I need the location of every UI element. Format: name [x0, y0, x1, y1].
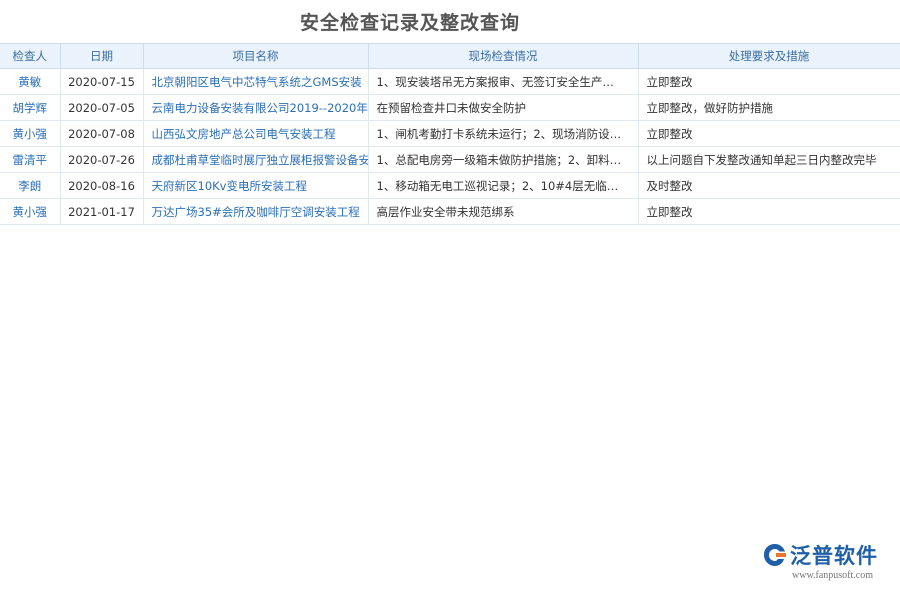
fanpu-logo-icon	[764, 544, 786, 566]
situation-cell: 1、移动箱无电工巡视记录；2、10#4层无临边…	[368, 172, 639, 199]
column-header-inspector[interactable]: 检查人	[0, 43, 61, 69]
inspector-cell[interactable]: 李朗	[0, 172, 61, 199]
table-row[interactable]: 黄敏 2020-07-15 北京朝阳区电气中芯特气系统之GMS安装 1、现安装塔…	[0, 68, 900, 95]
table-row[interactable]: 胡学辉 2020-07-05 云南电力设备安装有限公司2019--2020年度 …	[0, 94, 900, 121]
project-link[interactable]: 天府新区10Kv变电所安装工程	[143, 172, 369, 199]
column-header-situation[interactable]: 现场检查情况	[368, 43, 639, 69]
date-cell: 2020-07-08	[60, 120, 144, 147]
inspector-cell[interactable]: 胡学辉	[0, 94, 61, 121]
page-title: 安全检查记录及整改查询	[299, 12, 520, 34]
table-row[interactable]: 黄小强 2020-07-08 山西弘文房地产总公司电气安装工程 1、闸机考勤打卡…	[0, 120, 900, 147]
column-header-measures[interactable]: 处理要求及措施	[638, 43, 900, 69]
inspector-cell[interactable]: 雷清平	[0, 146, 61, 173]
date-cell: 2020-07-26	[60, 146, 144, 173]
measures-cell: 以上问题自下发整改通知单起三日内整改完毕	[638, 146, 900, 173]
table-header-row: 检查人 日期 项目名称 现场检查情况 处理要求及措施	[0, 43, 900, 69]
measures-cell: 立即整改	[638, 68, 900, 95]
project-link[interactable]: 成都杜甫草堂临时展厅独立展柜报警设备安装	[143, 146, 369, 173]
measures-cell: 及时整改	[638, 172, 900, 199]
project-link[interactable]: 云南电力设备安装有限公司2019--2020年度	[143, 94, 369, 121]
date-cell: 2021-01-17	[60, 198, 144, 225]
situation-cell: 高层作业安全带未规范绑系	[368, 198, 639, 225]
project-link[interactable]: 山西弘文房地产总公司电气安装工程	[143, 120, 369, 147]
inspector-cell[interactable]: 黄敏	[0, 68, 61, 95]
fanpusoft-logo: 泛普软件 www.fanpusoft.com	[762, 540, 890, 586]
column-header-date[interactable]: 日期	[60, 43, 144, 69]
table-row[interactable]: 黄小强 2021-01-17 万达广场35#会所及咖啡厅空调安装工程 高层作业安…	[0, 198, 900, 225]
table-row[interactable]: 雷清平 2020-07-26 成都杜甫草堂临时展厅独立展柜报警设备安装 1、总配…	[0, 146, 900, 173]
date-cell: 2020-08-16	[60, 172, 144, 199]
date-cell: 2020-07-05	[60, 94, 144, 121]
logo-url: www.fanpusoft.com	[792, 570, 874, 581]
table-row[interactable]: 李朗 2020-08-16 天府新区10Kv变电所安装工程 1、移动箱无电工巡视…	[0, 172, 900, 199]
inspector-cell[interactable]: 黄小强	[0, 120, 61, 147]
measures-cell: 立即整改	[638, 198, 900, 225]
column-header-project[interactable]: 项目名称	[143, 43, 369, 69]
situation-cell: 在预留检查井口未做安全防护	[368, 94, 639, 121]
situation-cell: 1、现安装塔吊无方案报审、无签订安全生产…	[368, 68, 639, 95]
situation-cell: 1、闸机考勤打卡系统未运行；2、现场消防设…	[368, 120, 639, 147]
logo-name: 泛普软件	[790, 544, 878, 568]
situation-cell: 1、总配电房旁一级箱未做防护措施；2、卸料…	[368, 146, 639, 173]
inspector-cell[interactable]: 黄小强	[0, 198, 61, 225]
project-link[interactable]: 北京朝阳区电气中芯特气系统之GMS安装	[143, 68, 369, 95]
measures-cell: 立即整改	[638, 120, 900, 147]
project-link[interactable]: 万达广场35#会所及咖啡厅空调安装工程	[143, 198, 369, 225]
inspection-table: 检查人 日期 项目名称 现场检查情况 处理要求及措施 黄敏 2020-07-15…	[0, 43, 900, 225]
measures-cell: 立即整改，做好防护措施	[638, 94, 900, 121]
date-cell: 2020-07-15	[60, 68, 144, 95]
